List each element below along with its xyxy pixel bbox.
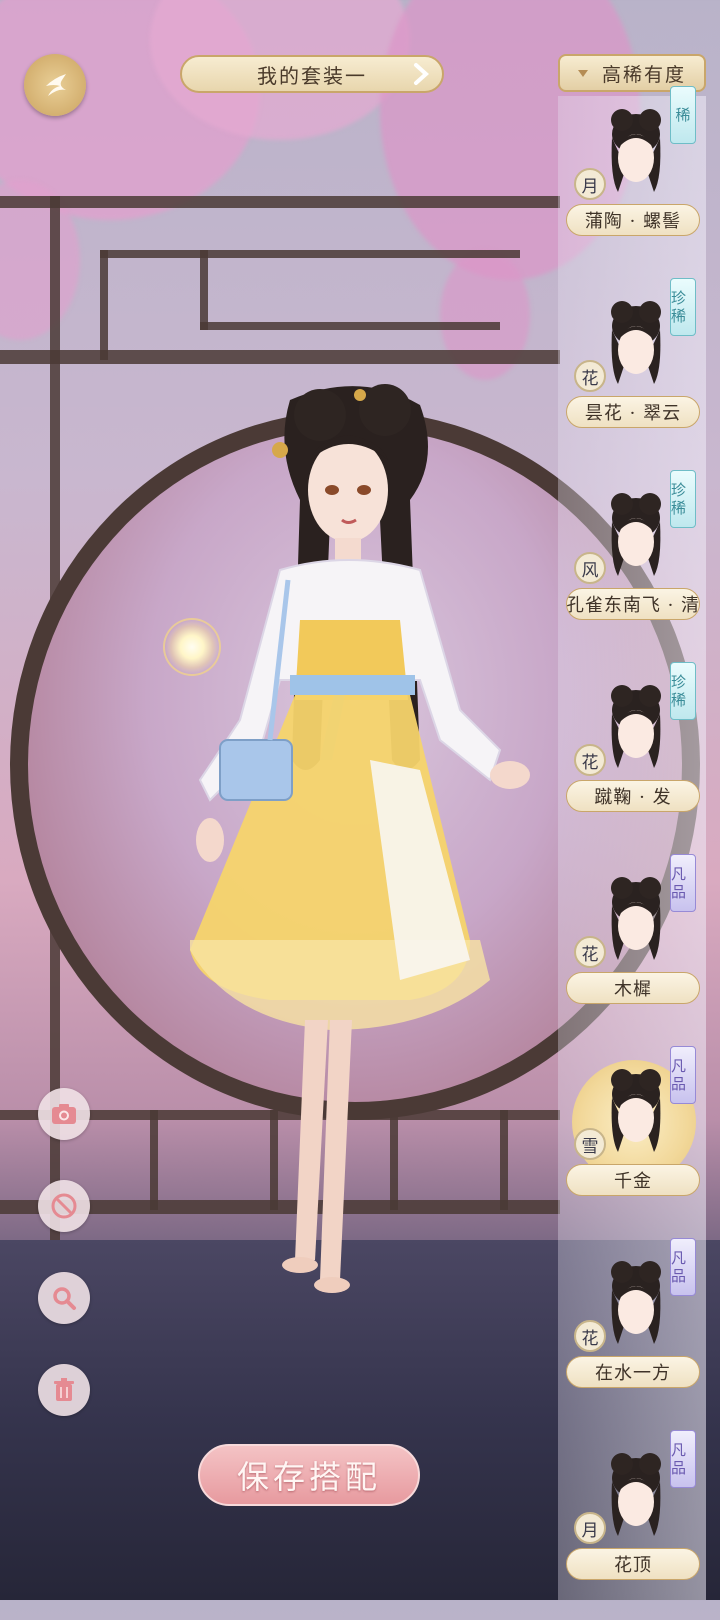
hairstyle-thumbnail <box>611 877 661 960</box>
swallow-back-icon <box>46 74 66 96</box>
item-name: 木樨 <box>566 972 700 1004</box>
hairstyle-thumbnail <box>611 301 661 384</box>
hairstyle-thumbnail <box>611 493 661 576</box>
sparkle-effect[interactable] <box>163 618 221 676</box>
rarity-badge: 凡品 <box>670 1430 696 1488</box>
element-badge: 雪 <box>574 1128 606 1160</box>
save-outfit-button[interactable]: 保存搭配 <box>198 1444 420 1506</box>
hairstyle-thumbnail <box>611 1069 661 1152</box>
back-button[interactable] <box>24 54 86 116</box>
rarity-badge: 珍稀 <box>670 278 696 336</box>
hair-item[interactable]: 凡品雪千金 <box>562 1046 704 1236</box>
no-entry-icon <box>51 1193 77 1219</box>
hair-item[interactable]: 稀月蒲陶 · 螺髻 <box>562 86 704 276</box>
lattice-beam <box>200 250 208 330</box>
hairstyle-thumbnail <box>611 685 661 768</box>
rarity-badge: 珍稀 <box>670 470 696 528</box>
hair-item[interactable]: 凡品月花顶 <box>562 1430 704 1620</box>
sort-label: 高稀有度 <box>601 63 686 86</box>
rarity-badge: 凡品 <box>670 1238 696 1296</box>
hair-item[interactable]: 珍稀花昙花 · 翠云 <box>562 278 704 468</box>
item-name: 千金 <box>566 1164 700 1196</box>
item-name: 孔雀东南飞 · 清 <box>566 588 700 620</box>
chevron-right-icon[interactable] <box>408 61 434 87</box>
hide-button[interactable] <box>38 1180 90 1232</box>
hair-item[interactable]: 凡品花在水一方 <box>562 1238 704 1428</box>
character-model <box>190 384 530 1293</box>
hair-item[interactable]: 珍稀花蹴鞠 · 发 <box>562 662 704 852</box>
element-badge: 风 <box>574 552 606 584</box>
magnifier-icon <box>53 1287 76 1310</box>
hair-item[interactable]: 珍稀风孔雀东南飞 · 清 <box>562 470 704 660</box>
element-badge: 花 <box>574 936 606 968</box>
hairstyle-thumbnail <box>611 109 661 192</box>
element-badge: 花 <box>574 360 606 392</box>
rarity-badge: 凡品 <box>670 854 696 912</box>
dropdown-triangle-icon <box>577 69 588 77</box>
lattice-beam <box>100 250 108 360</box>
element-badge: 月 <box>574 168 606 200</box>
lattice-beam <box>0 350 560 364</box>
camera-icon <box>52 1104 76 1124</box>
camera-button[interactable] <box>38 1088 90 1140</box>
lattice-beam <box>200 322 500 330</box>
element-badge: 花 <box>574 744 606 776</box>
outfit-selector[interactable]: 我的套装一 <box>180 55 444 93</box>
rarity-badge: 稀 <box>670 86 696 144</box>
lattice-beam <box>0 196 560 208</box>
hair-item[interactable]: 凡品花木樨 <box>562 854 704 1044</box>
rarity-badge: 凡品 <box>670 1046 696 1104</box>
rarity-badge: 珍稀 <box>670 662 696 720</box>
lattice-beam <box>100 250 520 258</box>
item-name: 在水一方 <box>566 1356 700 1388</box>
save-button-label: 保存搭配 <box>236 1458 381 1496</box>
element-badge: 花 <box>574 1320 606 1352</box>
lattice-beam <box>150 1110 158 1210</box>
outfit-name: 我的套装一 <box>257 63 367 88</box>
item-name: 昙花 · 翠云 <box>566 396 700 428</box>
item-name: 蒲陶 · 螺髻 <box>566 204 700 236</box>
search-button[interactable] <box>38 1272 90 1324</box>
hairstyle-thumbnail <box>611 1261 661 1344</box>
trash-icon <box>54 1378 74 1401</box>
element-badge: 月 <box>574 1512 606 1544</box>
item-name: 花顶 <box>566 1548 700 1580</box>
delete-button[interactable] <box>38 1364 90 1416</box>
hairstyle-thumbnail <box>611 1453 661 1536</box>
item-name: 蹴鞠 · 发 <box>566 780 700 812</box>
